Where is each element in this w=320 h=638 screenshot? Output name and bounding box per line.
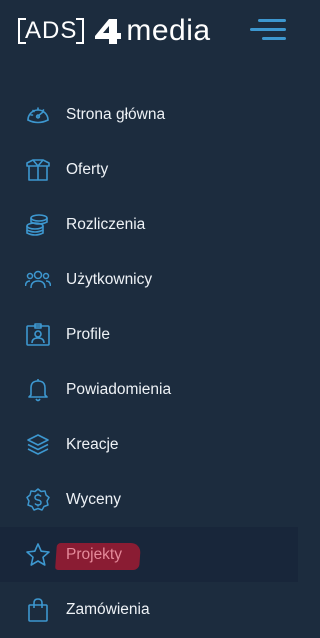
nav-item-zamowienia[interactable]: Zamówienia [0, 582, 298, 637]
nav-item-profile[interactable]: Profile [0, 307, 298, 362]
nav-item-projekty[interactable]: Projekty [0, 527, 298, 582]
nav-item-label: Kreacje [66, 435, 119, 453]
nav-item-oferty[interactable]: Oferty [0, 142, 298, 197]
id-card-icon [25, 322, 51, 348]
hamburger-menu-icon[interactable] [250, 14, 286, 44]
nav-item-label: Użytkownicy [66, 270, 153, 288]
sidebar-nav: Strona główna Oferty Rozliczenia Użytkow… [0, 87, 298, 637]
sidebar-header: ADS media [0, 0, 298, 64]
coins-icon [25, 212, 51, 238]
nav-item-label: Profile [66, 325, 110, 343]
nav-item-kreacje[interactable]: Kreacje [0, 417, 298, 472]
users-icon [25, 267, 51, 293]
nav-item-label: Powiadomienia [66, 380, 172, 398]
nav-item-powiadomienia[interactable]: Powiadomienia [0, 362, 298, 417]
logo-media-text: media [126, 14, 211, 47]
nav-item-uzytkownicy[interactable]: Użytkownicy [0, 252, 298, 307]
nav-item-label: Projekty [66, 545, 122, 563]
box-icon [25, 157, 51, 183]
dashboard-gauge-icon [25, 102, 51, 128]
nav-item-label: Wyceny [66, 490, 121, 508]
nav-item-label: Strona główna [66, 105, 166, 123]
shopping-bag-icon [25, 597, 51, 623]
nav-item-label: Rozliczenia [66, 215, 146, 233]
nav-item-strona-glowna[interactable]: Strona główna [0, 87, 298, 142]
nav-item-rozliczenia[interactable]: Rozliczenia [0, 197, 298, 252]
nav-item-label: Oferty [66, 160, 109, 178]
star-icon [25, 542, 51, 568]
logo-four-icon [95, 19, 122, 44]
bell-icon [25, 377, 51, 403]
dollar-badge-icon [25, 487, 51, 513]
nav-item-label: Zamówienia [66, 600, 150, 618]
layers-icon [25, 432, 51, 458]
logo-ads-text: ADS [17, 16, 85, 46]
ads4media-logo[interactable]: ADS media [17, 14, 211, 48]
nav-item-wyceny[interactable]: Wyceny [0, 472, 298, 527]
